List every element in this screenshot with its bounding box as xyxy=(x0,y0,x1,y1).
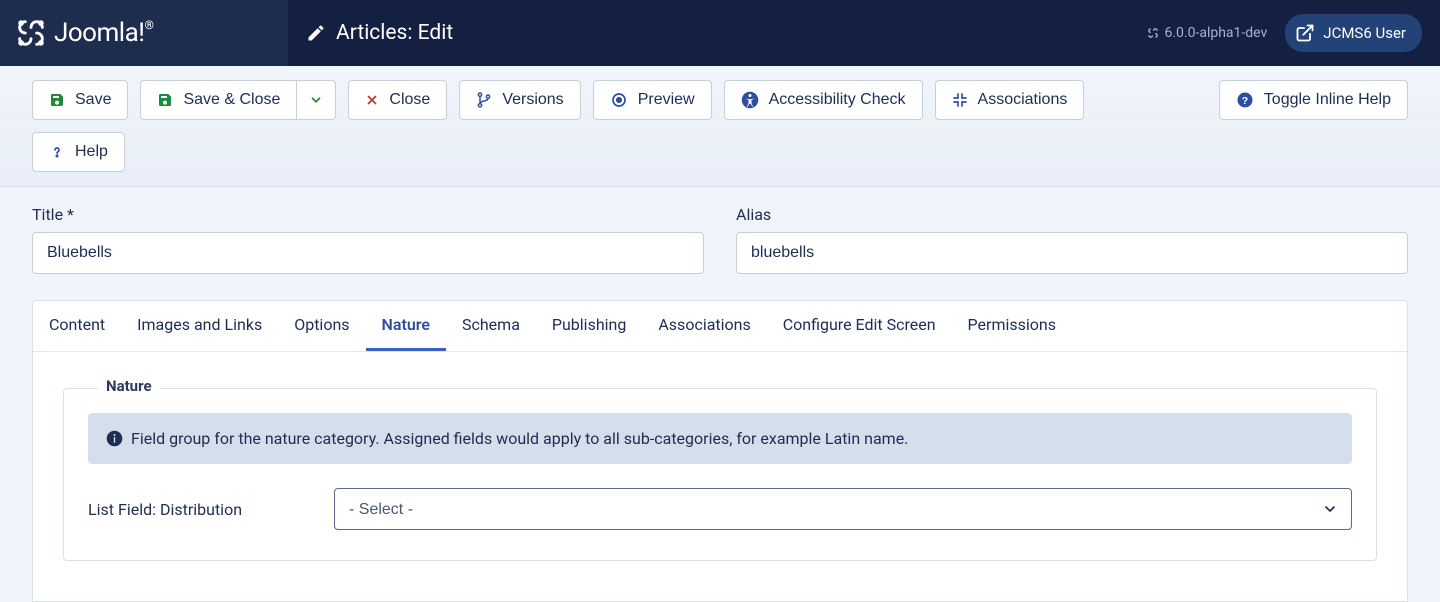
tab-images-links[interactable]: Images and Links xyxy=(121,301,278,351)
fieldset-legend: Nature xyxy=(98,377,160,395)
save-button[interactable]: Save xyxy=(32,80,128,120)
header-right: 6.0.0-alpha1-dev JCMS6 User xyxy=(1146,0,1440,66)
accessibility-button[interactable]: Accessibility Check xyxy=(724,80,923,120)
contract-icon xyxy=(952,92,968,108)
save-icon xyxy=(157,92,173,108)
title-input[interactable] xyxy=(32,232,704,274)
distribution-row: List Field: Distribution - Select - xyxy=(88,488,1352,530)
preview-button[interactable]: Preview xyxy=(593,80,712,120)
close-icon xyxy=(365,93,379,107)
distribution-select[interactable]: - Select - xyxy=(334,488,1352,530)
tab-schema[interactable]: Schema xyxy=(446,301,536,351)
chevron-down-icon xyxy=(309,93,323,107)
joomla-icon xyxy=(14,16,48,50)
top-bar: Joomla!® Articles: Edit 6.0.0-alpha1-dev… xyxy=(0,0,1440,66)
alias-field: Alias xyxy=(736,205,1408,274)
save-close-dropdown[interactable] xyxy=(296,80,336,120)
pencil-icon xyxy=(306,23,326,43)
toggle-inline-help-button[interactable]: ? Toggle Inline Help xyxy=(1219,80,1408,120)
tab-configure-edit[interactable]: Configure Edit Screen xyxy=(767,301,952,351)
branch-icon xyxy=(476,92,492,108)
tab-panel-nature: Nature Field group for the nature catego… xyxy=(33,352,1407,601)
tab-options[interactable]: Options xyxy=(278,301,365,351)
accessibility-icon xyxy=(741,91,759,109)
alias-input[interactable] xyxy=(736,232,1408,274)
tab-nature[interactable]: Nature xyxy=(366,301,446,351)
form-header: Title * Alias xyxy=(0,187,1440,282)
save-close-button[interactable]: Save & Close xyxy=(140,80,297,120)
distribution-label: List Field: Distribution xyxy=(88,500,310,519)
nature-fieldset: Nature Field group for the nature catego… xyxy=(63,388,1377,561)
associations-button[interactable]: Associations xyxy=(935,80,1085,120)
question-circle-icon: ? xyxy=(1236,91,1254,109)
help-button[interactable]: Help xyxy=(32,132,125,172)
save-close-group: Save & Close xyxy=(140,80,336,120)
tab-permissions[interactable]: Permissions xyxy=(952,301,1072,351)
info-icon xyxy=(106,430,123,447)
title-field: Title * xyxy=(32,205,704,274)
page-title: Articles: Edit xyxy=(288,0,1146,66)
svg-text:?: ? xyxy=(1242,95,1248,107)
save-icon xyxy=(49,92,65,108)
toolbar: Save Save & Close Close Versions Preview… xyxy=(0,66,1440,187)
user-name: JCMS6 User xyxy=(1323,24,1406,42)
brand-logo[interactable]: Joomla!® xyxy=(0,0,288,66)
tab-container: Content Images and Links Options Nature … xyxy=(32,300,1408,602)
alias-label: Alias xyxy=(736,205,1408,224)
tab-bar: Content Images and Links Options Nature … xyxy=(33,301,1407,352)
joomla-small-icon xyxy=(1146,26,1160,40)
question-icon xyxy=(49,144,65,160)
close-button[interactable]: Close xyxy=(348,80,447,120)
tab-associations[interactable]: Associations xyxy=(642,301,766,351)
brand-text: Joomla!® xyxy=(54,18,153,48)
eye-icon xyxy=(610,91,628,109)
tab-publishing[interactable]: Publishing xyxy=(536,301,642,351)
title-label: Title * xyxy=(32,205,704,224)
info-banner: Field group for the nature category. Ass… xyxy=(88,413,1352,464)
tab-content[interactable]: Content xyxy=(33,301,121,351)
user-menu[interactable]: JCMS6 User xyxy=(1285,14,1422,52)
info-text: Field group for the nature category. Ass… xyxy=(131,429,908,448)
version-badge: 6.0.0-alpha1-dev xyxy=(1146,25,1267,41)
external-link-icon xyxy=(1295,23,1315,43)
versions-button[interactable]: Versions xyxy=(459,80,580,120)
